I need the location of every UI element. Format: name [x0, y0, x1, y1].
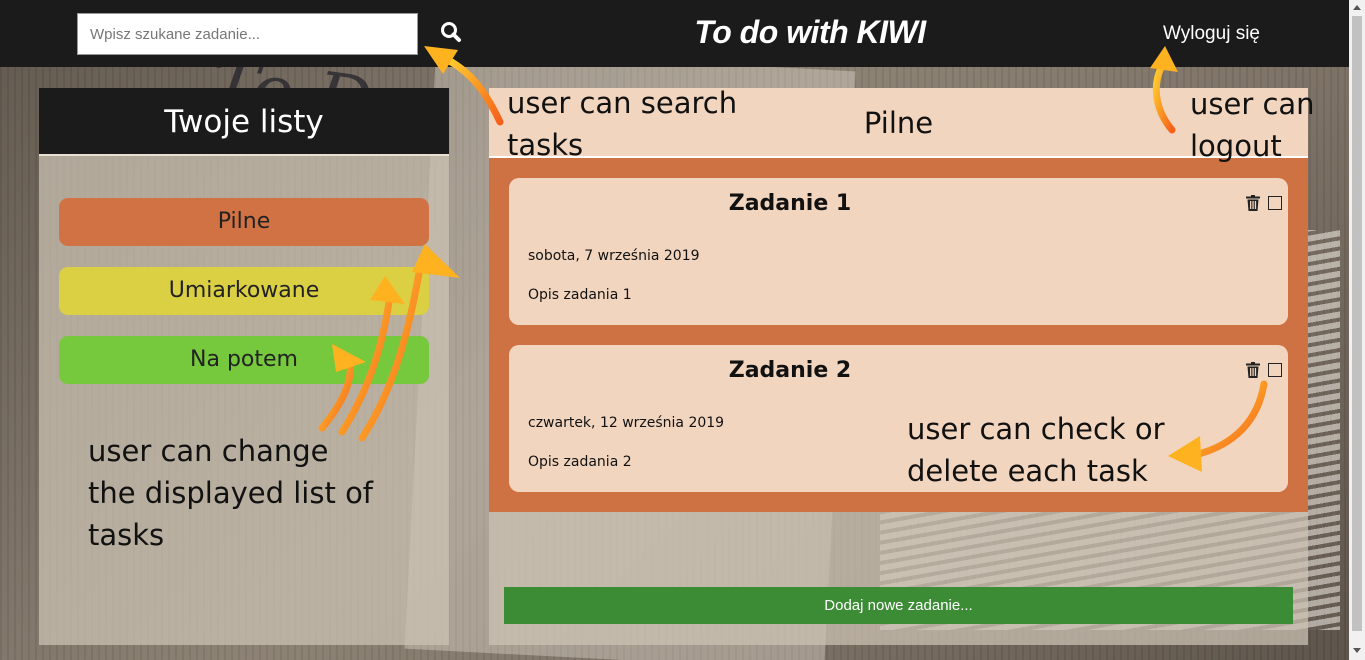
search-input[interactable]: [77, 13, 418, 55]
annotation-line: delete each task: [907, 454, 1148, 488]
annotation-line: user can change: [88, 434, 329, 468]
annotation-line: user can search: [507, 86, 738, 120]
task-checkbox[interactable]: [1268, 196, 1282, 210]
list-button-pilne[interactable]: Pilne: [59, 198, 429, 246]
annotation-task-actions: user can check or delete each task: [907, 408, 1165, 492]
scroll-up-icon[interactable]: [1353, 5, 1361, 10]
lists-sidebar: Twoje listy Pilne Umiarkowane Na potem: [39, 88, 449, 645]
task-title: Zadanie 2: [728, 358, 852, 383]
tasks-panel: Pilne Zadanie 1 sobota, 7 września 2019 …: [489, 88, 1308, 645]
search-icon[interactable]: [438, 20, 464, 46]
task-description: Opis zadania 2: [528, 454, 632, 470]
annotation-line: user can check or: [907, 412, 1165, 446]
task-list: Zadanie 1 sobota, 7 września 2019 Opis z…: [489, 158, 1308, 512]
annotation-line: logout: [1190, 129, 1282, 163]
list-button-umiarkowane[interactable]: Umiarkowane: [59, 267, 429, 315]
task-description: Opis zadania 1: [528, 287, 632, 303]
add-task-button[interactable]: Dodaj nowe zadanie...: [504, 587, 1293, 624]
page-scrollbar[interactable]: [1349, 0, 1365, 660]
task-date: sobota, 7 września 2019: [528, 248, 700, 264]
app-title: To do with KIWI: [694, 14, 926, 50]
list-button-na-potem[interactable]: Na potem: [59, 336, 429, 384]
scroll-down-icon[interactable]: [1353, 648, 1361, 653]
trash-icon[interactable]: [1246, 362, 1260, 378]
task-checkbox[interactable]: [1268, 363, 1282, 377]
task-title: Zadanie 1: [728, 191, 852, 216]
logout-link[interactable]: Wyloguj się: [1163, 23, 1260, 45]
annotation-line: user can: [1190, 87, 1315, 121]
annotation-line: tasks: [88, 518, 165, 552]
task-card: Zadanie 1 sobota, 7 września 2019 Opis z…: [509, 178, 1288, 325]
annotation-lists: user can change the displayed list of ta…: [88, 430, 373, 556]
scroll-thumb[interactable]: [1352, 16, 1362, 631]
sidebar-title: Twoje listy: [39, 88, 449, 156]
annotation-line: the displayed list of: [88, 476, 374, 510]
annotation-logout: user can logout: [1190, 83, 1315, 167]
trash-icon[interactable]: [1246, 195, 1260, 211]
task-card: Zadanie 2 czwartek, 12 września 2019 Opi…: [509, 345, 1288, 492]
top-bar: To do with KIWI Wyloguj się: [0, 0, 1349, 67]
annotation-line: tasks: [507, 128, 584, 162]
task-date: czwartek, 12 września 2019: [528, 415, 725, 431]
annotation-search: user can search tasks: [507, 82, 737, 166]
